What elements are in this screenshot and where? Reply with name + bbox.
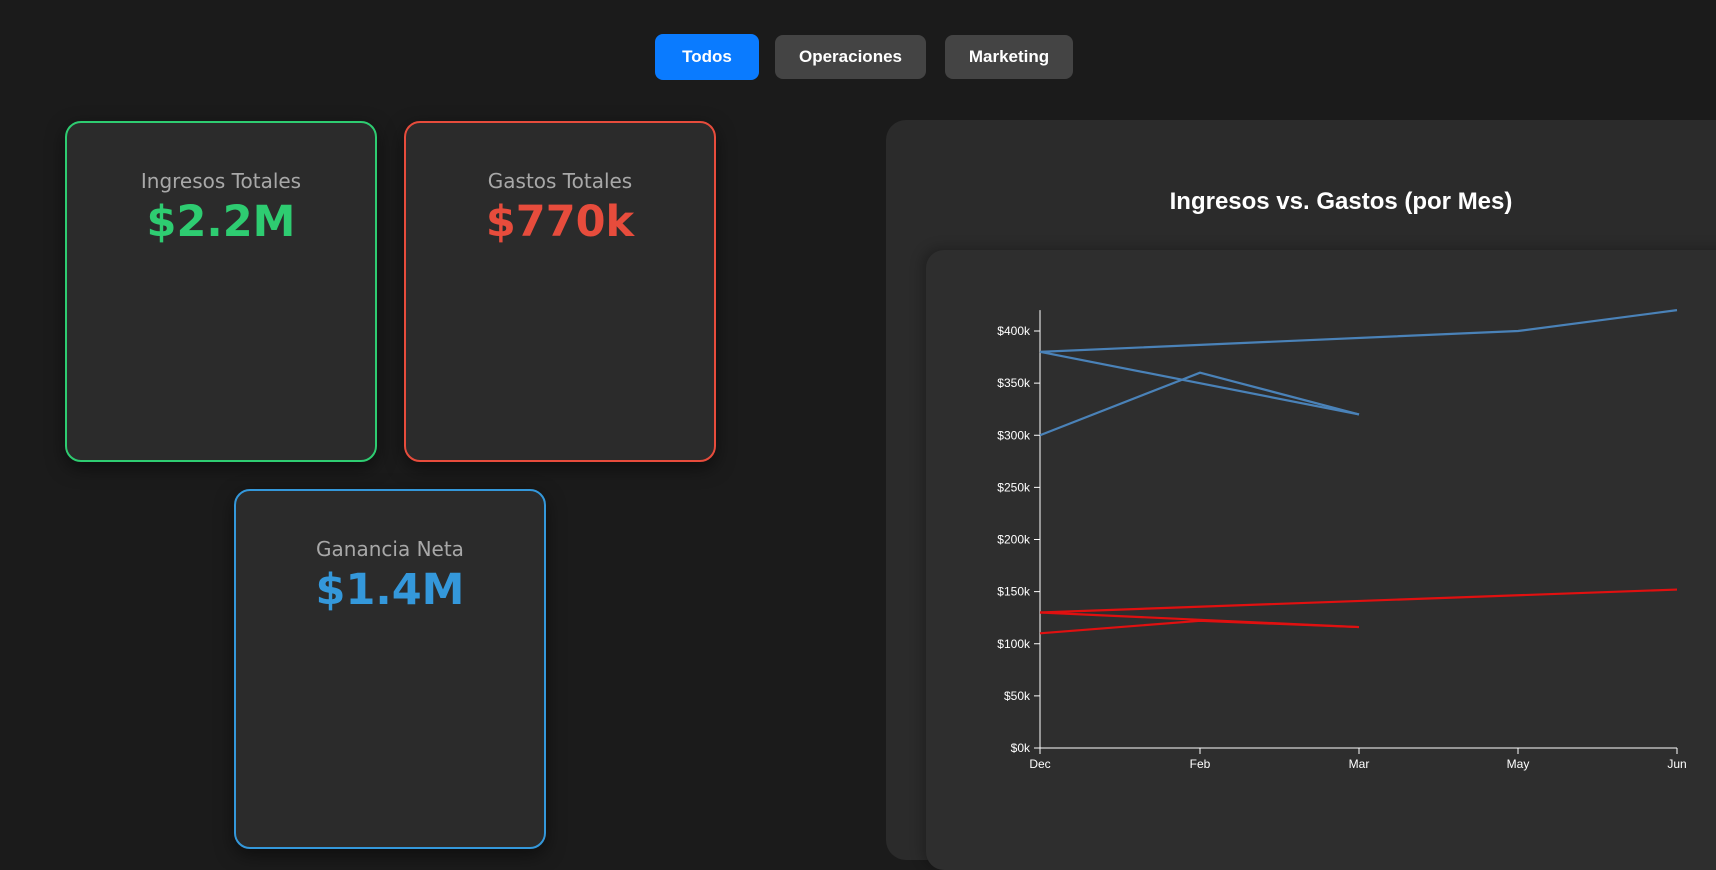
filter-marketing-button[interactable]: Marketing bbox=[945, 35, 1073, 79]
kpi-value-ganancia: $1.4M bbox=[315, 565, 465, 615]
kpi-card-ganancia: Ganancia Neta $1.4M bbox=[234, 489, 546, 849]
filter-bar: Todos Operaciones Marketing bbox=[0, 34, 1716, 80]
x-tick-label: Mar bbox=[1349, 757, 1370, 771]
x-tick-label: May bbox=[1507, 757, 1530, 771]
chart-title: Ingresos vs. Gastos (por Mes) bbox=[1169, 188, 1513, 215]
kpi-card-gastos: Gastos Totales $770k bbox=[404, 121, 716, 462]
y-tick-label: $100k bbox=[997, 637, 1031, 651]
kpi-label-ingresos: Ingresos Totales bbox=[140, 169, 302, 193]
filter-operaciones-button[interactable]: Operaciones bbox=[775, 35, 926, 79]
chart-panel: Ingresos vs. Gastos (por Mes) $0k $50k $10… bbox=[886, 120, 1716, 870]
y-tick-label: $0k bbox=[1011, 741, 1031, 755]
kpi-value-ingresos: $2.2M bbox=[146, 197, 296, 247]
kpi-label-gastos: Gastos Totales bbox=[487, 169, 633, 193]
y-tick-label: $300k bbox=[997, 428, 1031, 442]
kpi-label-ganancia: Ganancia Neta bbox=[316, 537, 464, 561]
x-tick-label: Dec bbox=[1029, 757, 1050, 771]
series-line-5 bbox=[1039, 619, 1360, 635]
line-chart: $0k $50k $100k $150k $200k $250k $300k $350k $40… bbox=[997, 309, 1687, 771]
y-tick-label: $400k bbox=[997, 324, 1031, 338]
y-tick-label: $250k bbox=[997, 480, 1031, 494]
y-tick-label: $200k bbox=[997, 533, 1031, 547]
y-tick-label: $350k bbox=[997, 376, 1031, 390]
x-tick-label: Jun bbox=[1667, 757, 1686, 771]
series-line-3 bbox=[1039, 588, 1678, 614]
kpi-value-gastos: $770k bbox=[485, 197, 635, 247]
filter-todos-button[interactable]: Todos bbox=[655, 34, 759, 80]
chart-area: $0k $50k $100k $150k $200k $250k $300k $350k $40… bbox=[926, 250, 1716, 870]
series-line-0 bbox=[1039, 309, 1678, 353]
kpi-card-ingresos: Ingresos Totales $2.2M bbox=[65, 121, 377, 462]
x-tick-label: Feb bbox=[1190, 757, 1211, 771]
y-tick-label: $50k bbox=[1004, 689, 1031, 703]
series-line-1 bbox=[1039, 350, 1360, 416]
y-tick-label: $150k bbox=[997, 585, 1031, 599]
